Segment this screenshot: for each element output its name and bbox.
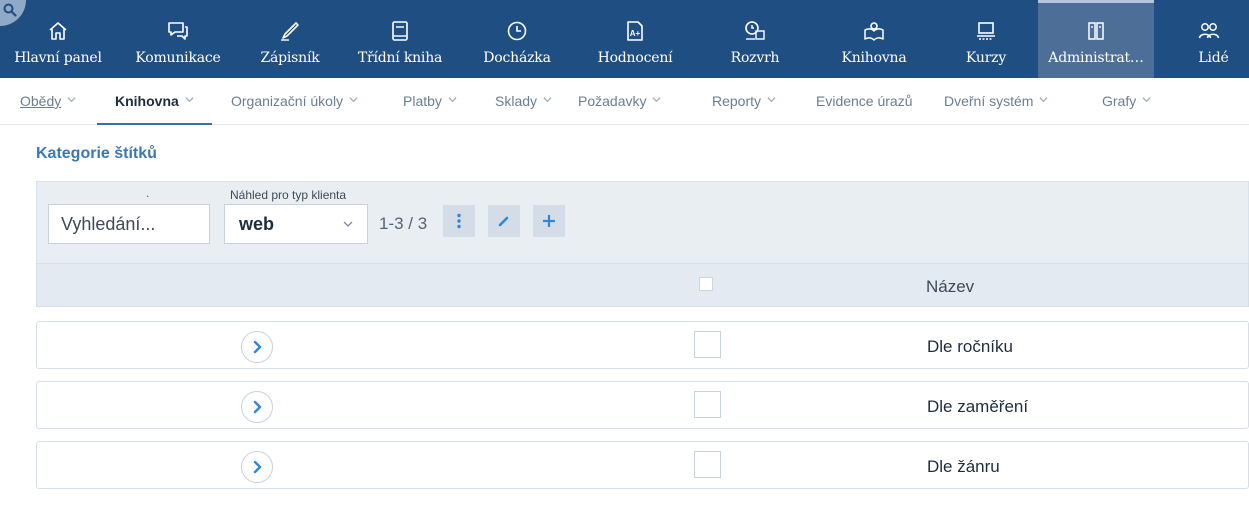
plus-icon [543,215,555,227]
nav-label: Komunikace [135,50,221,66]
nav-item-library[interactable]: Knihovna [814,0,934,78]
nav-item-grading[interactable]: A+ Hodnocení [574,0,696,78]
library-icon [864,22,884,41]
chevron-right-icon [253,460,262,474]
chevron-down-icon [767,97,776,103]
nav-item-administration[interactable]: Administrat… [1038,0,1154,78]
table-row[interactable]: Dle žánru [36,441,1249,489]
nav-label: Rozvrh [730,50,780,66]
courses-icon [977,22,995,40]
chevron-right-icon [253,400,262,414]
subnav-item-door-system[interactable]: Dveřní systém [944,78,1048,125]
subnav-item-reports[interactable]: Reporty [712,78,776,125]
grade-icon: A+ [627,21,643,41]
book-icon [392,21,408,41]
top-navigation: Hlavní panel Komunikace Zápisník Třídní … [0,0,1249,78]
nav-item-dashboard[interactable]: Hlavní panel [0,0,116,78]
more-options-button[interactable] [443,205,475,237]
row-name: Dle ročníku [927,337,1013,356]
chevron-down-icon [652,97,661,103]
toolbar-panel [36,181,1249,263]
subnav-label: Evidence úrazů [816,93,913,109]
select-all-checkbox[interactable] [699,277,713,291]
subnav-item-warehouses[interactable]: Sklady [495,78,552,125]
subnav-item-charts[interactable]: Grafy [1102,78,1151,125]
subnav-label: Sklady [495,93,538,109]
nav-label: Lidé [1198,50,1229,66]
people-icon [1198,23,1220,39]
table-row[interactable]: Dle ročníku [36,321,1249,369]
subnav-item-lunches[interactable]: Obědy [20,78,76,125]
search-label: . [146,186,150,200]
nav-label: Hlavní panel [14,50,102,66]
home-icon [49,22,67,40]
nav-label: Administrat… [1048,50,1144,66]
subnav-label: Dveřní systém [944,93,1034,109]
subnav-item-payments[interactable]: Platby [403,78,457,125]
subnav-item-org-tasks[interactable]: Organizační úkoly [231,78,358,125]
table-row[interactable]: Dle zaměření [36,381,1249,429]
chevron-down-icon [67,97,76,103]
nav-item-schedule[interactable]: Rozvrh [696,0,814,78]
column-header-name[interactable]: Název [926,277,974,297]
nav-item-communication[interactable]: Komunikace [116,0,240,78]
subnav-label: Platby [403,93,442,109]
chevron-down-icon [448,97,457,103]
admin-icon [1088,22,1104,40]
nav-label: Docházka [483,50,551,66]
nav-item-notebook[interactable]: Zápisník [240,0,340,78]
row-name: Dle žánru [927,457,1000,476]
client-type-value: web [239,214,275,234]
chevron-down-icon [543,97,552,103]
client-type-label: Náhled pro typ klienta [230,188,347,202]
schedule-icon [745,21,765,40]
chevron-right-icon [253,340,262,354]
subnav-item-library[interactable]: Knihovna [97,78,212,125]
subnav-label: Grafy [1102,93,1137,109]
row-expand-button[interactable] [241,391,273,423]
chevron-down-icon [185,97,194,103]
chevron-down-icon [1039,97,1048,103]
row-name: Dle zaměření [927,397,1029,416]
row-expand-button[interactable] [241,331,273,363]
nav-item-attendance[interactable]: Docházka [460,0,574,78]
nav-item-people[interactable]: Lidé [1154,0,1249,78]
nav-label: Kurzy [965,50,1007,66]
svg-text:A+: A+ [630,29,641,38]
row-checkbox[interactable] [694,331,721,358]
pen-icon [281,22,299,41]
nav-item-class-book[interactable]: Třídní kniha [340,0,460,78]
sub-navigation: Obědy Knihovna Organizační úkoly Platby … [0,78,1249,125]
nav-label: Zápisník [260,50,320,66]
subnav-label: Požadavky [578,93,647,109]
subnav-label: Organizační úkoly [231,93,344,109]
clock-icon [507,21,527,41]
subnav-label: Reporty [712,93,762,109]
nav-label: Knihovna [841,50,907,66]
pagination-info: 1-3 / 3 [379,214,428,233]
client-type-select[interactable]: web [224,204,368,244]
add-button[interactable] [533,205,565,237]
chevron-down-icon [349,97,358,103]
nav-item-courses[interactable]: Kurzy [934,0,1038,78]
subnav-label: Obědy [20,93,62,109]
search-input[interactable] [48,204,210,244]
row-checkbox[interactable] [694,391,721,418]
nav-label: Hodnocení [597,50,673,66]
pencil-icon [498,216,509,227]
page-title: Kategorie štítků [36,145,157,162]
chevron-down-icon [343,221,353,227]
table-header [36,263,1249,307]
subnav-label: Knihovna [115,93,179,109]
row-checkbox[interactable] [694,451,721,478]
chat-icon [168,22,188,40]
kebab-menu-icon [457,213,461,229]
nav-label: Třídní kniha [357,50,443,66]
subnav-item-injury-records[interactable]: Evidence úrazů [816,78,913,125]
row-expand-button[interactable] [241,451,273,483]
chevron-down-icon [1142,97,1151,103]
subnav-item-requests[interactable]: Požadavky [578,78,661,125]
edit-button[interactable] [488,205,520,237]
